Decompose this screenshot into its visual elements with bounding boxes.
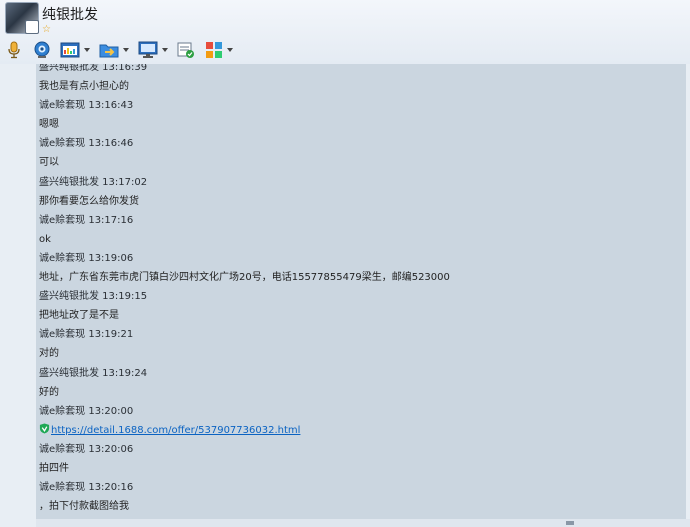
star-icon[interactable]: ☆ bbox=[42, 24, 51, 35]
message-body: 我也是有点小担心的 bbox=[39, 81, 129, 93]
message-meta: 诚e赊套现 13:17:16 bbox=[39, 214, 134, 226]
message-body: 嗯嗯 bbox=[39, 119, 59, 131]
chat-history-panel[interactable]: 盛兴纯银批发 13:16:39 我也是有点小担心的 诚e赊套现 13:16:43… bbox=[36, 64, 686, 519]
chat-toolbar bbox=[2, 38, 302, 62]
message-body: 把地址改了是不是 bbox=[39, 310, 119, 322]
message-meta: 诚e赊套现 13:20:16 bbox=[39, 482, 134, 494]
message-body: 对的 bbox=[39, 348, 59, 360]
message-body: 好的 bbox=[39, 386, 59, 398]
message-body: 拍四件 bbox=[39, 462, 69, 474]
resize-grip[interactable] bbox=[566, 521, 574, 525]
message-body: ，拍下付款截图给我 bbox=[39, 501, 129, 513]
picture-icon bbox=[60, 42, 80, 58]
message-meta: 盛兴纯银批发 13:16:39 bbox=[39, 64, 148, 73]
microphone-icon bbox=[8, 41, 20, 59]
apps-menu-caret[interactable] bbox=[227, 48, 233, 52]
message-meta: 诚e赊套现 13:20:00 bbox=[39, 405, 134, 417]
message-meta: 诚e赊套现 13:19:06 bbox=[39, 252, 134, 264]
contact-avatar[interactable] bbox=[5, 2, 39, 34]
screen-menu-caret[interactable] bbox=[162, 48, 168, 52]
chat-record-icon bbox=[177, 42, 194, 58]
message-body: ok bbox=[39, 233, 51, 245]
message-meta: 诚e赊套现 13:16:46 bbox=[39, 138, 134, 150]
monitor-icon bbox=[138, 41, 158, 58]
message-list: 盛兴纯银批发 13:16:39 我也是有点小担心的 诚e赊套现 13:16:43… bbox=[39, 64, 679, 516]
message-meta: 盛兴纯银批发 13:17:02 bbox=[39, 176, 148, 188]
file-menu-caret[interactable] bbox=[123, 48, 129, 52]
screen-button[interactable] bbox=[138, 40, 168, 60]
left-gutter bbox=[0, 64, 36, 527]
camera-icon bbox=[34, 41, 50, 58]
verified-shield-icon bbox=[39, 423, 50, 434]
offer-link[interactable]: https://detail.1688.com/offer/5379077360… bbox=[51, 425, 300, 436]
message-meta: 盛兴纯银批发 13:19:15 bbox=[39, 291, 148, 303]
message-body: 地址，广东省东莞市虎门镇白沙四村文化广场20号，电话15577855479梁生，… bbox=[39, 272, 450, 284]
chat-header: 纯银批发 ☆ bbox=[0, 0, 690, 64]
message-body: 可以 bbox=[39, 157, 59, 169]
message-meta: 诚e赊套现 13:20:06 bbox=[39, 443, 134, 455]
message-meta: 诚e赊套现 13:16:43 bbox=[39, 100, 134, 112]
message-meta: 盛兴纯银批发 13:19:24 bbox=[39, 367, 148, 379]
image-button[interactable] bbox=[60, 40, 90, 60]
history-button[interactable] bbox=[177, 40, 195, 60]
avatar-badge bbox=[25, 20, 39, 34]
message-meta: 诚e赊套现 13:19:21 bbox=[39, 329, 134, 341]
image-menu-caret[interactable] bbox=[84, 48, 90, 52]
bottom-strip bbox=[36, 519, 690, 527]
voice-button[interactable] bbox=[6, 40, 22, 60]
contact-name[interactable]: 纯银批发 bbox=[42, 4, 98, 24]
message-link-row: https://detail.1688.com/offer/5379077360… bbox=[39, 421, 679, 440]
apps-button[interactable] bbox=[205, 40, 233, 60]
video-button[interactable] bbox=[33, 40, 51, 60]
file-button[interactable] bbox=[99, 40, 129, 60]
folder-transfer-icon bbox=[99, 44, 119, 58]
app-grid-icon bbox=[206, 42, 222, 58]
message-body: 那你看要怎么给你发货 bbox=[39, 195, 139, 207]
